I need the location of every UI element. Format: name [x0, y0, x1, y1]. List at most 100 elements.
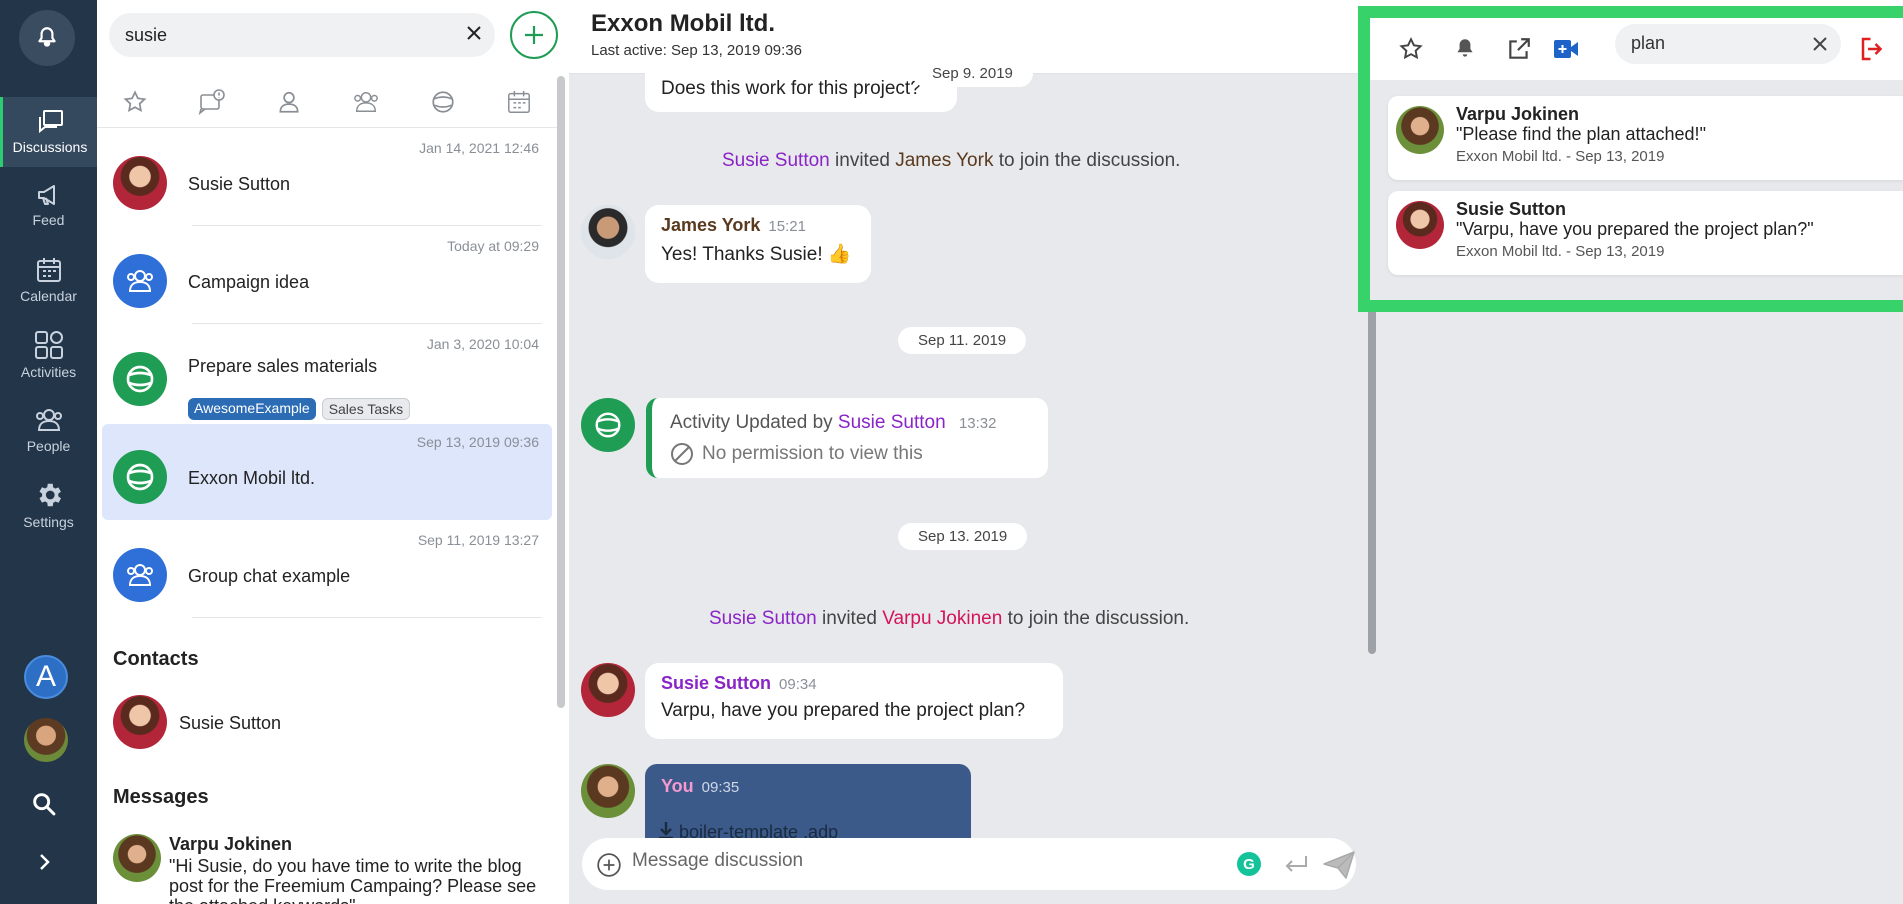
avatar [581, 398, 635, 452]
global-search-button[interactable] [30, 790, 58, 823]
sender-name[interactable]: Susie Sutton [661, 673, 771, 693]
gear-icon [39, 483, 61, 507]
nav-feed[interactable]: Feed [0, 170, 97, 240]
chevron-right-icon [40, 854, 50, 870]
conversation-item[interactable]: Today at 09:29 Campaign idea [102, 228, 552, 324]
last-active: Last active: Sep 13, 2019 09:36 [591, 42, 802, 59]
account-avatar[interactable]: A [24, 655, 68, 699]
actor-name[interactable]: Susie Sutton [838, 412, 946, 433]
chat-title: Exxon Mobil ltd. [591, 10, 775, 37]
company-icon [595, 412, 621, 438]
search-result-item[interactable]: Susie Sutton "Varpu, have you prepared t… [1388, 191, 1903, 275]
actor-name[interactable]: Susie Sutton [709, 608, 817, 629]
avatar [113, 548, 167, 602]
verb: invited [822, 608, 877, 629]
avatar [1396, 106, 1444, 154]
nav-calendar[interactable]: Calendar [0, 245, 97, 315]
avatar [113, 352, 167, 406]
avatar [113, 156, 167, 210]
star-filter-icon[interactable] [122, 89, 148, 115]
conversation-name: Exxon Mobil ltd. [188, 468, 316, 488]
megaphone-icon [37, 185, 55, 205]
grammarly-icon[interactable]: G [1237, 852, 1261, 876]
date-separator: Sep 11. 2019 [898, 327, 1027, 354]
message-sender: Varpu Jokinen [169, 834, 293, 854]
search-result-item[interactable]: Varpu Jokinen "Please find the plan atta… [1388, 96, 1903, 180]
conversation-item[interactable]: Jan 14, 2021 12:46 Susie Sutton [102, 130, 552, 226]
result-quote: "Please find the plan attached!" [1456, 124, 1706, 144]
actor-name[interactable]: Susie Sutton [722, 150, 830, 171]
result-meta: Exxon Mobil ltd. - Sep 13, 2019 [1456, 243, 1665, 260]
message-bubble: James York 15:21 Yes! Thanks Susie! 👍 [645, 205, 871, 283]
company-icon [126, 365, 154, 393]
conversation-item[interactable]: Jan 3, 2020 10:04 Prepare sales material… [102, 326, 552, 422]
nav-calendar-label: Calendar [20, 288, 77, 304]
target-name[interactable]: Varpu Jokinen [882, 608, 1002, 629]
exit-icon[interactable] [1858, 34, 1888, 64]
clear-search-button[interactable] [465, 24, 483, 47]
avatar [113, 695, 167, 749]
video-call-icon[interactable] [1552, 36, 1580, 62]
enter-key-icon[interactable] [1282, 852, 1310, 876]
tag[interactable]: Sales Tasks [321, 398, 411, 420]
contacts-heading: Contacts [113, 648, 199, 670]
activity-time: 13:32 [958, 415, 997, 432]
conversation-time: Jan 14, 2021 12:46 [419, 140, 539, 156]
message-search [1615, 24, 1841, 64]
nav-activities[interactable]: Activities [0, 320, 97, 390]
company-filter-icon[interactable] [430, 89, 456, 115]
nav-settings[interactable]: Settings [0, 470, 97, 540]
message-text: Varpu, have you prepared the project pla… [661, 700, 1026, 721]
avatar[interactable] [581, 663, 635, 717]
avatar[interactable] [581, 205, 635, 259]
company-icon [126, 463, 154, 491]
plus-icon [525, 26, 543, 44]
tag[interactable]: AwesomeExample [188, 398, 316, 420]
contact-item[interactable]: Susie Sutton [113, 695, 553, 753]
download-icon[interactable] [657, 820, 675, 840]
send-icon[interactable] [1322, 850, 1356, 880]
discussions-icon [39, 110, 63, 134]
alert-chat-filter-icon[interactable] [198, 88, 226, 115]
nav-people[interactable]: People [0, 395, 97, 465]
user-avatar[interactable] [24, 718, 68, 762]
conversation-name: Susie Sutton [188, 174, 291, 194]
add-attachment-icon[interactable] [596, 852, 622, 878]
external-link-icon[interactable] [1506, 36, 1532, 62]
tag-list: AwesomeExample Sales Tasks [188, 398, 411, 420]
date-separator: Sep 13. 2019 [898, 523, 1028, 550]
result-sender: Varpu Jokinen [1456, 104, 1580, 124]
date-separator: Sep 9. 2019 [912, 60, 1033, 87]
discussion-search-input[interactable] [125, 24, 425, 46]
target-name[interactable]: James York [895, 150, 993, 171]
rest: to join the discussion. [1007, 608, 1190, 629]
nav-discussions-label: Discussions [12, 139, 88, 155]
notifications-button[interactable] [19, 10, 75, 66]
sender-name[interactable]: James York [661, 215, 760, 235]
person-filter-icon[interactable] [276, 89, 302, 115]
conversation-item[interactable]: Sep 11, 2019 13:27 Group chat example [102, 522, 552, 618]
contact-name: Susie Sutton [179, 713, 282, 733]
verb: invited [835, 150, 890, 171]
message-search-input[interactable] [1631, 33, 1781, 54]
expand-nav-button[interactable] [37, 852, 53, 877]
discussion-search [109, 13, 495, 57]
conversation-item-selected[interactable]: Sep 13, 2019 09:36 Exxon Mobil ltd. [102, 424, 552, 520]
message-input[interactable] [632, 850, 1152, 872]
divider [192, 323, 542, 324]
group-filter-icon[interactable] [352, 89, 380, 115]
list-scrollbar[interactable] [557, 76, 565, 708]
message-time: 09:34 [779, 676, 817, 693]
clear-message-search-button[interactable] [1811, 35, 1829, 58]
calendar-filter-icon[interactable] [506, 89, 532, 115]
activity-note-text: No permission to view this [702, 443, 923, 464]
bell-icon[interactable] [1452, 36, 1478, 62]
nav-discussions[interactable]: Discussions [0, 97, 97, 167]
message-search-results: Varpu Jokinen "Please find the plan atta… [1358, 6, 1903, 312]
group-icon [127, 270, 153, 292]
message-time: 09:35 [701, 779, 740, 796]
star-icon[interactable] [1398, 36, 1424, 62]
avatar[interactable] [581, 764, 635, 818]
activity-card[interactable]: Activity Updated by Susie Sutton 13:32 N… [646, 398, 1048, 478]
new-discussion-button[interactable] [510, 11, 558, 59]
